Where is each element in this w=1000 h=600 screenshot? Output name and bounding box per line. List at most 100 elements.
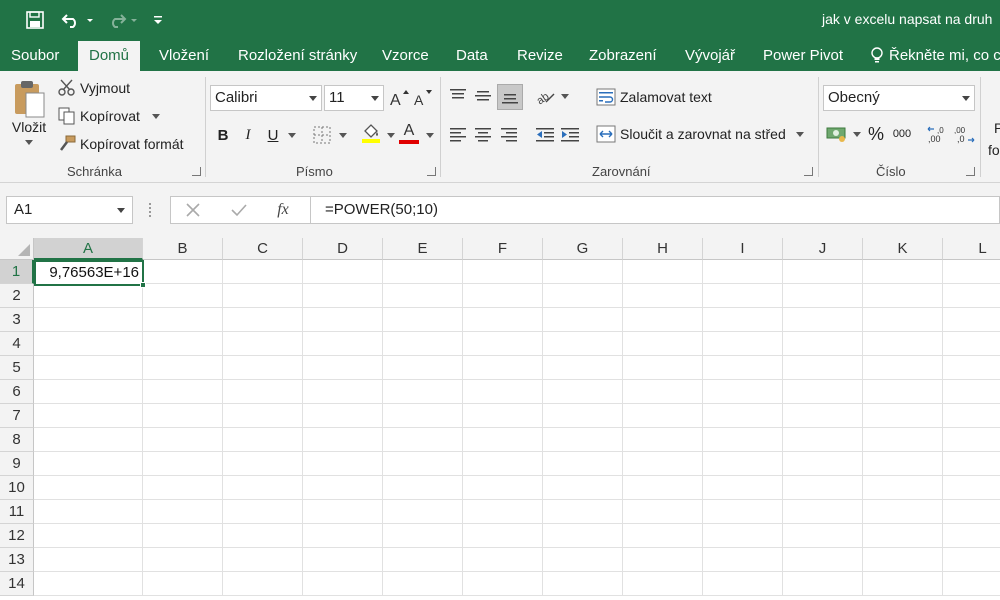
cell-i11[interactable] <box>703 500 783 524</box>
cell-d13[interactable] <box>303 548 383 572</box>
increase-indent-icon[interactable] <box>559 123 581 145</box>
cell-h11[interactable] <box>623 500 703 524</box>
accounting-dropdown-icon[interactable] <box>853 132 861 137</box>
cell-h9[interactable] <box>623 452 703 476</box>
cell-j2[interactable] <box>783 284 863 308</box>
cell-e3[interactable] <box>383 308 463 332</box>
row-header-14[interactable]: 14 <box>0 572 34 596</box>
fill-handle[interactable] <box>140 282 146 288</box>
percent-style-button[interactable]: % <box>865 123 887 145</box>
cell-d1[interactable] <box>303 260 383 284</box>
row-header-7[interactable]: 7 <box>0 404 34 428</box>
column-header-l[interactable]: L <box>943 238 1000 260</box>
orientation-icon[interactable]: ab <box>535 85 557 107</box>
tab-review[interactable]: Revize <box>517 40 563 71</box>
number-format-combo[interactable]: Obecný <box>823 85 975 111</box>
cell-k9[interactable] <box>863 452 943 476</box>
cell-i2[interactable] <box>703 284 783 308</box>
cell-k10[interactable] <box>863 476 943 500</box>
cell-f9[interactable] <box>463 452 543 476</box>
italic-button[interactable]: I <box>237 124 259 146</box>
cell-j11[interactable] <box>783 500 863 524</box>
cell-e14[interactable] <box>383 572 463 596</box>
cell-l12[interactable] <box>943 524 1000 548</box>
cell-g2[interactable] <box>543 284 623 308</box>
cell-l3[interactable] <box>943 308 1000 332</box>
row-header-2[interactable]: 2 <box>0 284 34 308</box>
cell-d12[interactable] <box>303 524 383 548</box>
cell-b2[interactable] <box>143 284 223 308</box>
cell-k12[interactable] <box>863 524 943 548</box>
tab-home[interactable]: Domů <box>78 41 141 71</box>
copy-button[interactable]: Kopírovat <box>58 107 160 125</box>
cell-k3[interactable] <box>863 308 943 332</box>
font-color-dropdown-icon[interactable] <box>426 133 434 138</box>
cell-g4[interactable] <box>543 332 623 356</box>
cell-e6[interactable] <box>383 380 463 404</box>
cell-l7[interactable] <box>943 404 1000 428</box>
align-right-icon[interactable] <box>498 123 520 145</box>
cell-b8[interactable] <box>143 428 223 452</box>
cell-d14[interactable] <box>303 572 383 596</box>
cell-l8[interactable] <box>943 428 1000 452</box>
underline-dropdown-icon[interactable] <box>288 133 296 138</box>
cell-i9[interactable] <box>703 452 783 476</box>
tab-formulas[interactable]: Vzorce <box>382 40 429 71</box>
cell-j9[interactable] <box>783 452 863 476</box>
cell-c7[interactable] <box>223 404 303 428</box>
alignment-launcher-icon[interactable] <box>804 167 813 176</box>
formula-input[interactable]: =POWER(50;10) <box>310 196 1000 224</box>
cell-h13[interactable] <box>623 548 703 572</box>
cell-h1[interactable] <box>623 260 703 284</box>
font-name-dropdown-icon[interactable] <box>309 96 317 101</box>
cell-f6[interactable] <box>463 380 543 404</box>
cell-b6[interactable] <box>143 380 223 404</box>
cell-f1[interactable] <box>463 260 543 284</box>
cell-c10[interactable] <box>223 476 303 500</box>
cell-b7[interactable] <box>143 404 223 428</box>
cell-e12[interactable] <box>383 524 463 548</box>
cell-h5[interactable] <box>623 356 703 380</box>
cell-i7[interactable] <box>703 404 783 428</box>
decrease-indent-icon[interactable] <box>534 123 556 145</box>
align-center-icon[interactable] <box>472 123 494 145</box>
cell-l4[interactable] <box>943 332 1000 356</box>
tab-page-layout[interactable]: Rozložení stránky <box>238 40 357 71</box>
font-color-button[interactable]: A <box>398 122 420 144</box>
tab-power-pivot[interactable]: Power Pivot <box>763 40 843 71</box>
cell-k8[interactable] <box>863 428 943 452</box>
cell-d7[interactable] <box>303 404 383 428</box>
cell-c8[interactable] <box>223 428 303 452</box>
row-header-11[interactable]: 11 <box>0 500 34 524</box>
cell-i13[interactable] <box>703 548 783 572</box>
name-box-dropdown-icon[interactable] <box>117 208 125 213</box>
cell-j7[interactable] <box>783 404 863 428</box>
cell-l2[interactable] <box>943 284 1000 308</box>
row-header-8[interactable]: 8 <box>0 428 34 452</box>
cell-l13[interactable] <box>943 548 1000 572</box>
cell-c14[interactable] <box>223 572 303 596</box>
cell-d11[interactable] <box>303 500 383 524</box>
font-size-dropdown-icon[interactable] <box>371 96 379 101</box>
cell-h3[interactable] <box>623 308 703 332</box>
cell-b14[interactable] <box>143 572 223 596</box>
row-header-5[interactable]: 5 <box>0 356 34 380</box>
cell-d6[interactable] <box>303 380 383 404</box>
tell-me-box[interactable]: Řekněte mi, co ch <box>870 40 1000 71</box>
cell-j4[interactable] <box>783 332 863 356</box>
row-header-4[interactable]: 4 <box>0 332 34 356</box>
align-middle-icon[interactable] <box>472 85 494 107</box>
cell-b1[interactable] <box>143 260 223 284</box>
cell-e4[interactable] <box>383 332 463 356</box>
cell-h10[interactable] <box>623 476 703 500</box>
underline-button[interactable]: U <box>262 124 284 146</box>
cell-h8[interactable] <box>623 428 703 452</box>
borders-dropdown-icon[interactable] <box>339 133 347 138</box>
cell-g11[interactable] <box>543 500 623 524</box>
cell-e5[interactable] <box>383 356 463 380</box>
column-header-k[interactable]: K <box>863 238 943 260</box>
cell-a6[interactable] <box>34 380 143 404</box>
tab-data[interactable]: Data <box>456 40 488 71</box>
cut-button[interactable]: Vyjmout <box>58 79 130 97</box>
cell-i5[interactable] <box>703 356 783 380</box>
